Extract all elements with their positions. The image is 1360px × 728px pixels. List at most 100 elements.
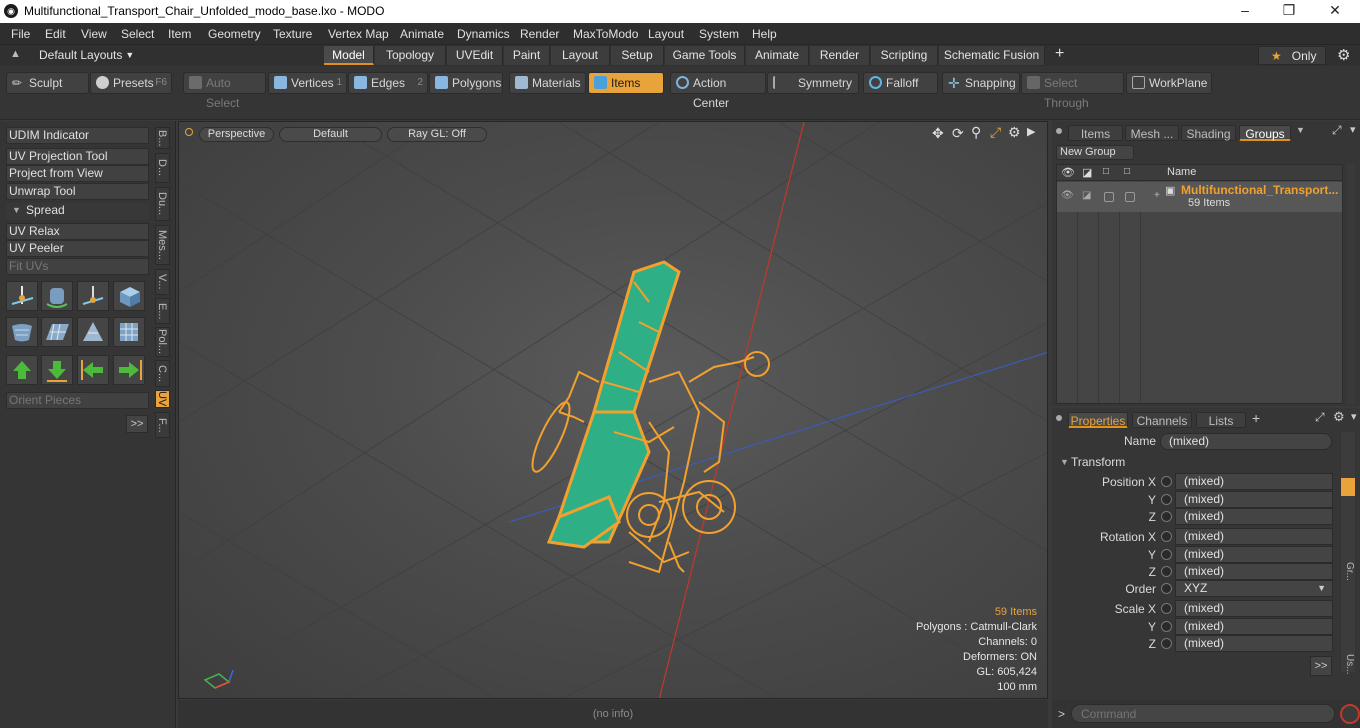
- snapping-button[interactable]: ✛ Snapping: [942, 72, 1020, 94]
- rotation-x-field[interactable]: (mixed): [1175, 528, 1333, 545]
- rotate-view-icon[interactable]: ⟳: [952, 125, 964, 142]
- vtab-d[interactable]: D...: [155, 153, 170, 183]
- transform-section[interactable]: Transform: [1071, 455, 1125, 469]
- tab-shading[interactable]: Shading: [1181, 125, 1236, 141]
- auto-select-button[interactable]: Auto Select: [183, 72, 266, 110]
- position-z-field[interactable]: (mixed): [1175, 508, 1333, 525]
- position-x-radio[interactable]: [1161, 476, 1172, 487]
- unwrap-tool-button[interactable]: Unwrap Tool: [6, 183, 149, 200]
- menu-texture[interactable]: Texture: [273, 27, 312, 41]
- workplane-button[interactable]: WorkPlane: [1126, 72, 1212, 94]
- arrow-left-icon[interactable]: [77, 355, 109, 385]
- tab-channels[interactable]: Channels: [1132, 412, 1192, 428]
- shading-dropdown[interactable]: Default: [279, 127, 382, 142]
- rotation-z-field[interactable]: (mixed): [1175, 563, 1333, 580]
- menu-edit[interactable]: Edit: [45, 27, 66, 41]
- vtab-du[interactable]: Du...: [155, 187, 170, 221]
- scale-z-radio[interactable]: [1161, 638, 1172, 649]
- tab-groups[interactable]: Groups: [1239, 125, 1291, 141]
- 3d-viewport[interactable]: Perspective Default Ray GL: Off ✥ ⟳ ⚲ ⤢ …: [178, 121, 1048, 699]
- scale-x-radio[interactable]: [1161, 603, 1172, 614]
- vtab-pol[interactable]: Pol...: [155, 327, 170, 357]
- viewport-canvas[interactable]: [179, 122, 1048, 699]
- spread-section[interactable]: ▼ Spread: [6, 203, 149, 220]
- menu-maxtomodo[interactable]: MaxToModo: [573, 27, 638, 41]
- select-through-button[interactable]: Select Through: [1021, 72, 1124, 110]
- position-y-field[interactable]: (mixed): [1175, 491, 1333, 508]
- more-tools-button[interactable]: >>: [126, 415, 148, 433]
- more-properties-button[interactable]: >>: [1310, 656, 1332, 676]
- tab-setup[interactable]: Setup: [611, 46, 664, 65]
- tab-model[interactable]: Model: [324, 46, 374, 65]
- uv-projection-tool-button[interactable]: UV Projection Tool: [6, 148, 149, 165]
- group-name[interactable]: Multifunctional_Transport...: [1181, 183, 1338, 197]
- tab-properties[interactable]: Properties: [1068, 412, 1128, 428]
- tab-game-tools[interactable]: Game Tools: [665, 46, 745, 65]
- side-tab-gr[interactable]: Gr...: [1341, 562, 1355, 581]
- position-y-radio[interactable]: [1161, 494, 1172, 505]
- vtab-f[interactable]: F...: [155, 412, 170, 438]
- default-layouts-dropdown[interactable]: Default Layouts ▼: [39, 48, 134, 62]
- polygons-button[interactable]: Polygons: [429, 72, 503, 94]
- minimize-button[interactable]: –: [1230, 2, 1260, 18]
- scale-x-field[interactable]: (mixed): [1175, 600, 1333, 617]
- menu-file[interactable]: File: [11, 27, 30, 41]
- rotation-x-radio[interactable]: [1161, 531, 1172, 542]
- record-icon[interactable]: [1340, 704, 1360, 724]
- position-x-field[interactable]: (mixed): [1175, 473, 1333, 490]
- uv-box-icon[interactable]: [113, 281, 145, 311]
- vtab-c[interactable]: C...: [155, 360, 170, 387]
- group-row[interactable]: 👁 ◪ + ▣ Multifunctional_Transport... 59 …: [1057, 182, 1342, 212]
- tab-schematic-fusion[interactable]: Schematic Fusion: [939, 46, 1045, 65]
- edges-button[interactable]: Edges 2: [348, 72, 428, 94]
- tab-render[interactable]: Render: [810, 46, 870, 65]
- vtab-e[interactable]: E...: [155, 298, 170, 324]
- viewport-settings-icon[interactable]: ⚙: [1008, 124, 1021, 141]
- order-radio[interactable]: [1161, 583, 1172, 594]
- tab-lists[interactable]: Lists: [1196, 412, 1246, 428]
- menu-select[interactable]: Select: [121, 27, 154, 41]
- add-tab-button[interactable]: +: [1055, 45, 1064, 63]
- uv-peeler-button[interactable]: UV Peeler: [6, 240, 149, 257]
- tab-topology[interactable]: Topology: [375, 46, 446, 65]
- name-field[interactable]: (mixed): [1160, 433, 1332, 450]
- menu-view[interactable]: View: [81, 27, 107, 41]
- items-button[interactable]: Items: [588, 72, 664, 94]
- expand-panel-icon[interactable]: ⤢: [1332, 123, 1342, 138]
- gear-icon[interactable]: ⚙: [1333, 409, 1345, 425]
- tab-animate[interactable]: Animate: [746, 46, 809, 65]
- menu-geometry[interactable]: Geometry: [208, 27, 261, 41]
- tab-items[interactable]: Items: [1068, 125, 1123, 141]
- uv-cube-grid-icon[interactable]: [113, 317, 145, 347]
- project-from-view-button[interactable]: Project from View: [6, 165, 149, 182]
- tab-scripting[interactable]: Scripting: [871, 46, 938, 65]
- row-select-icon[interactable]: [1125, 192, 1135, 202]
- row-visibility-icon[interactable]: 👁: [1061, 190, 1074, 201]
- rotation-y-radio[interactable]: [1161, 549, 1172, 560]
- fit-view-icon[interactable]: ⤢: [990, 124, 1001, 141]
- expand-icon[interactable]: +: [1154, 190, 1160, 201]
- tabs-dropdown-icon[interactable]: ▼: [1296, 125, 1305, 135]
- rotation-z-radio[interactable]: [1161, 566, 1172, 577]
- order-dropdown[interactable]: XYZ ▼: [1175, 580, 1333, 597]
- presets-button[interactable]: Presets F6: [90, 72, 172, 94]
- viewport-expand-icon[interactable]: ▶: [1027, 125, 1035, 138]
- panel-menu-icon[interactable]: ▾: [1350, 123, 1356, 136]
- vertices-button[interactable]: Vertices 1: [268, 72, 347, 94]
- scale-z-field[interactable]: (mixed): [1175, 635, 1333, 652]
- tab-mesh[interactable]: Mesh ...: [1125, 125, 1179, 141]
- viewport-options-icon[interactable]: [185, 128, 193, 136]
- close-button[interactable]: ✕: [1320, 2, 1350, 19]
- row-lock-icon[interactable]: [1104, 192, 1114, 202]
- side-tab-active[interactable]: [1341, 478, 1355, 496]
- vtab-uv[interactable]: UV: [155, 390, 170, 408]
- action-center-button[interactable]: Action Center: [670, 72, 766, 110]
- tab-uvedit[interactable]: UVEdit: [447, 46, 503, 65]
- vtab-mesh[interactable]: Mes...: [155, 225, 170, 265]
- tab-paint[interactable]: Paint: [504, 46, 550, 65]
- row-render-icon[interactable]: ◪: [1082, 190, 1091, 201]
- fit-uvs-button[interactable]: Fit UVs: [6, 258, 149, 275]
- groups-scrollbar[interactable]: [1347, 164, 1355, 404]
- perspective-dropdown[interactable]: Perspective: [199, 127, 274, 142]
- symmetry-button[interactable]: Symmetry: [767, 72, 859, 94]
